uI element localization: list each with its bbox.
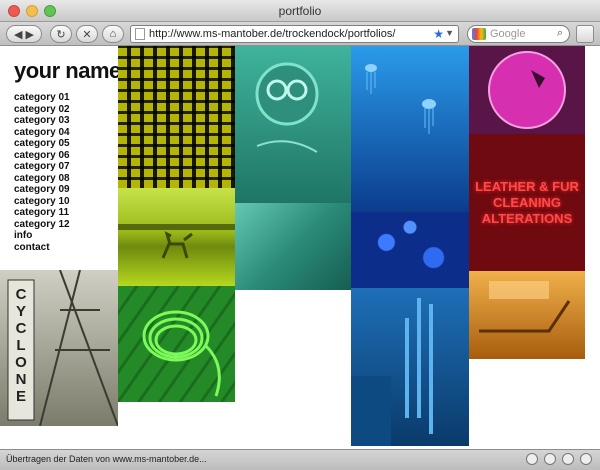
photo-tile-magenta-sticker[interactable] [469, 46, 585, 134]
photo-tile-blue-drips[interactable] [351, 288, 469, 446]
photo-tile-blue-bokeh[interactable] [351, 212, 469, 288]
site-name[interactable]: your name [14, 58, 121, 84]
page-content: your name category 01 category 02 catego… [0, 46, 600, 449]
browser-window: portfolio ◀ ▶ ↻ ✕ ⌂ http://www.ms-mantob… [0, 0, 600, 470]
jellyfish-icon [365, 64, 436, 134]
address-bar[interactable]: http://www.ms-mantober.de/trockendock/po… [130, 25, 459, 43]
nav-item-category-05[interactable]: category 05 [14, 138, 70, 150]
photo-tile-teal-girl[interactable] [235, 203, 351, 290]
reload-button[interactable]: ↻ [50, 25, 72, 43]
nav-item-category-10[interactable]: category 10 [14, 196, 70, 208]
resize-grip-icon[interactable] [580, 453, 592, 465]
nav-item-category-11[interactable]: category 11 [14, 207, 70, 219]
photo-tile-cyclone-sign[interactable]: CYCLONE [0, 270, 118, 426]
nav-item-category-09[interactable]: category 09 [14, 184, 70, 196]
back-arrow-icon: ◀ ▶ [14, 28, 34, 41]
drip-lines-icon [351, 298, 433, 446]
search-icon[interactable]: ⌕ [557, 27, 563, 40]
category-nav: category 01 category 02 category 03 cate… [14, 92, 70, 253]
top-sites-button[interactable] [576, 25, 594, 43]
stop-icon: ✕ [82, 28, 92, 41]
title-bar: portfolio [0, 0, 600, 22]
search-placeholder: Google [490, 28, 526, 40]
photo-tile-red-neon-sign[interactable]: LEATHER & FUR CLEANING ALTERATIONS [469, 134, 585, 271]
status-bar: Übertragen der Daten von www.ms-mantober… [0, 449, 600, 470]
nav-item-category-06[interactable]: category 06 [14, 150, 70, 162]
nav-item-contact[interactable]: contact [14, 242, 70, 254]
photo-tile-blue-jellyfish[interactable] [351, 46, 469, 212]
photo-tile-orange-subway[interactable] [469, 271, 585, 359]
round-sticker-icon [488, 51, 566, 129]
status-icons [526, 453, 592, 465]
nav-item-category-04[interactable]: category 04 [14, 127, 70, 139]
info-icon[interactable] [544, 453, 556, 465]
nav-item-category-12[interactable]: category 12 [14, 219, 70, 231]
nav-item-category-08[interactable]: category 08 [14, 173, 70, 185]
google-logo-icon [472, 28, 486, 40]
security-icon[interactable] [562, 453, 574, 465]
back-forward-button[interactable]: ◀ ▶ [6, 25, 42, 43]
deer-silhouette-icon [118, 224, 235, 259]
window-title: portfolio [278, 4, 322, 18]
nav-item-category-07[interactable]: category 07 [14, 161, 70, 173]
photo-tile-lime-park[interactable] [118, 188, 235, 286]
page-icon [135, 28, 145, 40]
photo-tile-green-hose[interactable] [118, 286, 235, 402]
home-icon: ⌂ [109, 28, 117, 40]
addon-icon[interactable] [526, 453, 538, 465]
stop-button[interactable]: ✕ [76, 25, 98, 43]
nav-item-category-03[interactable]: category 03 [14, 115, 70, 127]
photo-tile-yellow-building[interactable] [118, 46, 235, 188]
status-text: Übertragen der Daten von www.ms-mantober… [6, 454, 207, 464]
nav-item-info[interactable]: info [14, 230, 70, 242]
browser-toolbar: ◀ ▶ ↻ ✕ ⌂ http://www.ms-mantober.de/troc… [0, 22, 600, 46]
address-url: http://www.ms-mantober.de/trockendock/po… [149, 28, 396, 40]
cyclone-sign-text: CYCLONE [15, 286, 27, 405]
nav-item-category-01[interactable]: category 01 [14, 92, 70, 104]
neon-sign-text: LEATHER & FUR CLEANING ALTERATIONS [475, 178, 579, 226]
owl-sign-icon [255, 62, 319, 153]
nav-item-category-02[interactable]: category 02 [14, 104, 70, 116]
bookmark-star-icon[interactable]: ★ [433, 27, 444, 41]
subway-seats-icon [479, 281, 571, 333]
hose-coil-icon [142, 310, 221, 397]
reload-icon: ↻ [56, 28, 66, 41]
home-button[interactable]: ⌂ [102, 25, 124, 43]
chevron-down-icon[interactable]: ▼ [445, 28, 454, 38]
search-input[interactable]: Google ⌕ [467, 25, 570, 43]
photo-tile-teal-owl-sign[interactable] [235, 46, 351, 203]
